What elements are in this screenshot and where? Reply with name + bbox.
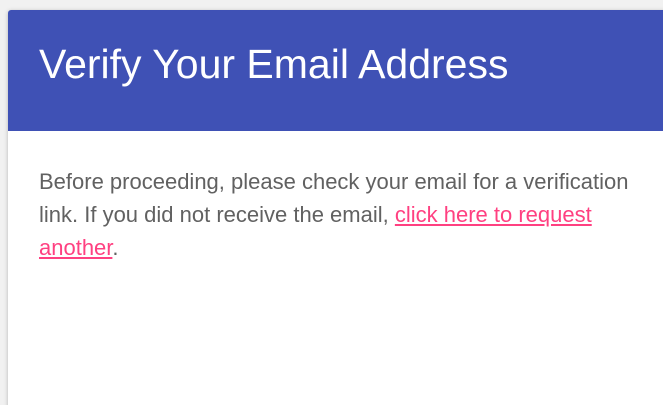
verify-email-card: Verify Your Email Address Before proceed… xyxy=(8,10,663,405)
card-header: Verify Your Email Address xyxy=(8,10,663,131)
card-body: Before proceeding, please check your ema… xyxy=(8,131,663,264)
message-end: . xyxy=(112,235,119,260)
verification-message: Before proceeding, please check your ema… xyxy=(39,165,639,264)
page-title: Verify Your Email Address xyxy=(39,41,509,87)
